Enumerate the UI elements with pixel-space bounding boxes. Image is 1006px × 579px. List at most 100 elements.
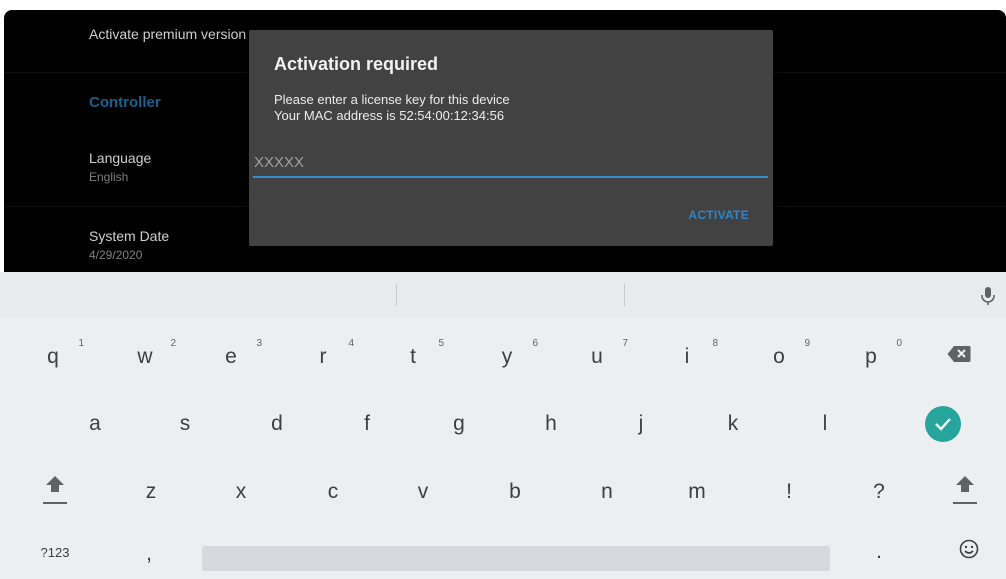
activate-button[interactable]: ACTIVATE bbox=[688, 208, 749, 222]
license-key-input[interactable] bbox=[253, 148, 768, 178]
emoji-key[interactable] bbox=[924, 532, 1006, 572]
key-label: o bbox=[773, 345, 785, 368]
key-label: ? bbox=[873, 480, 885, 503]
dialog-message-line-1: Please enter a license key for this devi… bbox=[274, 92, 510, 107]
shift-icon bbox=[951, 472, 979, 512]
system-date-item[interactable]: System Date 4/29/2020 bbox=[89, 228, 169, 262]
suggestion-strip bbox=[0, 272, 1006, 317]
key-f[interactable]: f bbox=[322, 396, 412, 452]
key-l[interactable]: l bbox=[780, 396, 870, 452]
key-c[interactable]: c bbox=[288, 464, 378, 520]
key-hint: 4 bbox=[348, 338, 354, 349]
section-header-controller: Controller bbox=[89, 94, 161, 111]
key-hint: 0 bbox=[896, 338, 902, 349]
check-icon bbox=[925, 406, 961, 442]
space-key[interactable] bbox=[202, 546, 830, 571]
key-label: x bbox=[235, 480, 247, 503]
emoji-icon bbox=[959, 539, 979, 565]
key-m[interactable]: m bbox=[652, 464, 742, 520]
enter-key[interactable] bbox=[898, 396, 988, 452]
key-o[interactable]: o9 bbox=[734, 329, 824, 385]
key-p[interactable]: p0 bbox=[826, 329, 916, 385]
key-n[interactable]: n bbox=[562, 464, 652, 520]
key-a[interactable]: a bbox=[50, 396, 140, 452]
key-label: t bbox=[410, 345, 416, 368]
key-k[interactable]: k bbox=[688, 396, 778, 452]
suggestion-divider bbox=[396, 284, 397, 306]
key-label: a bbox=[89, 412, 101, 435]
system-date-title: System Date bbox=[89, 228, 170, 244]
key-label: ! bbox=[786, 480, 792, 503]
key-y[interactable]: y6 bbox=[462, 329, 552, 385]
key-g[interactable]: g bbox=[414, 396, 504, 452]
language-value: English bbox=[89, 170, 129, 184]
shift-icon bbox=[41, 472, 69, 512]
key-label: u bbox=[591, 345, 603, 368]
key-question[interactable]: ? bbox=[834, 464, 924, 520]
key-comma[interactable]: , bbox=[104, 534, 194, 574]
key-hint: 9 bbox=[804, 338, 810, 349]
section-header-label: Controller bbox=[89, 94, 161, 111]
key-label: l bbox=[822, 412, 828, 435]
key-v[interactable]: v bbox=[378, 464, 468, 520]
key-label: b bbox=[509, 480, 521, 503]
language-item[interactable]: Language English bbox=[89, 150, 151, 184]
key-z[interactable]: z bbox=[106, 464, 196, 520]
key-exclamation[interactable]: ! bbox=[744, 464, 834, 520]
key-b[interactable]: b bbox=[470, 464, 560, 520]
key-i[interactable]: i8 bbox=[642, 329, 732, 385]
key-period[interactable]: . bbox=[834, 532, 924, 572]
key-label: z bbox=[145, 480, 157, 503]
system-date-value: 4/29/2020 bbox=[89, 248, 143, 262]
dialog-message-line-2: Your MAC address is 52:54:00:12:34:56 bbox=[274, 108, 505, 123]
premium-item[interactable]: Activate premium version bbox=[89, 26, 246, 42]
key-hint: 2 bbox=[170, 338, 176, 349]
dialog-title: Activation required bbox=[274, 54, 439, 74]
key-label: c bbox=[327, 480, 339, 503]
premium-item-title: Activate premium version bbox=[89, 26, 247, 42]
key-label: w bbox=[137, 345, 153, 368]
language-title: Language bbox=[89, 150, 152, 166]
device-screen: Activate premium version Controller Lang… bbox=[0, 0, 1006, 579]
key-label: e bbox=[225, 345, 237, 368]
key-label: q bbox=[47, 345, 59, 368]
key-t[interactable]: t5 bbox=[368, 329, 458, 385]
shift-key-right[interactable] bbox=[920, 464, 1006, 520]
key-e[interactable]: e3 bbox=[186, 329, 276, 385]
backspace-icon bbox=[947, 345, 971, 369]
key-hint: 6 bbox=[532, 338, 538, 349]
shift-key-left[interactable] bbox=[10, 464, 100, 520]
key-label: r bbox=[319, 345, 327, 368]
key-label: f bbox=[364, 412, 370, 435]
key-hint: 7 bbox=[622, 338, 628, 349]
key-label: h bbox=[545, 412, 557, 435]
soft-keyboard: q1 w2 e3 r4 t5 y6 u7 i8 o9 p0 a s d f g … bbox=[0, 272, 1006, 579]
key-label: p bbox=[865, 345, 877, 368]
activation-dialog: Activation required Please enter a licen… bbox=[249, 30, 773, 246]
key-d[interactable]: d bbox=[232, 396, 322, 452]
key-r[interactable]: r4 bbox=[278, 329, 368, 385]
key-hint: 3 bbox=[256, 338, 262, 349]
key-q[interactable]: q1 bbox=[8, 329, 98, 385]
key-label: d bbox=[271, 412, 283, 435]
key-hint: 5 bbox=[438, 338, 444, 349]
backspace-key[interactable] bbox=[914, 329, 1004, 385]
key-j[interactable]: j bbox=[596, 396, 686, 452]
key-label: j bbox=[638, 412, 644, 435]
microphone-icon[interactable] bbox=[978, 285, 998, 307]
key-s[interactable]: s bbox=[140, 396, 230, 452]
key-label: i bbox=[684, 345, 690, 368]
key-u[interactable]: u7 bbox=[552, 329, 642, 385]
key-label: ?123 bbox=[40, 544, 70, 560]
key-label: y bbox=[501, 345, 513, 368]
key-label: v bbox=[417, 480, 429, 503]
key-x[interactable]: x bbox=[196, 464, 286, 520]
key-label: n bbox=[601, 480, 613, 503]
key-label: k bbox=[727, 412, 739, 435]
symbols-key[interactable]: ?123 bbox=[10, 532, 100, 572]
key-w[interactable]: w2 bbox=[100, 329, 190, 385]
key-hint: 1 bbox=[78, 338, 84, 349]
key-label: s bbox=[179, 412, 191, 435]
key-hint: 8 bbox=[712, 338, 718, 349]
key-h[interactable]: h bbox=[506, 396, 596, 452]
